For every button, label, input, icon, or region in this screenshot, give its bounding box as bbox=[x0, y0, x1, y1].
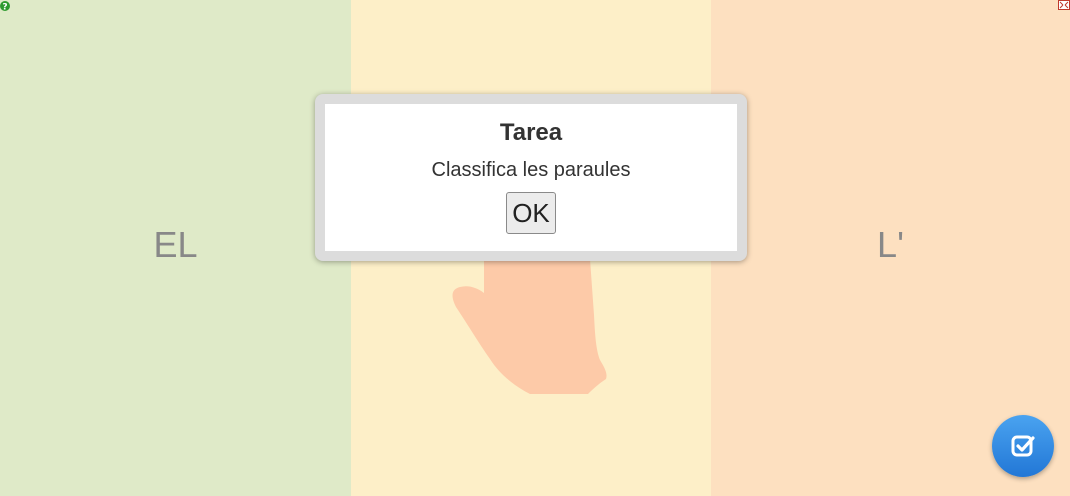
task-dialog-body: Tarea Classifica les paraules OK bbox=[325, 104, 737, 251]
column-label-el: EL bbox=[153, 224, 198, 265]
dialog-message: Classifica les paraules bbox=[431, 159, 631, 181]
svg-text:?: ? bbox=[2, 3, 7, 13]
check-icon bbox=[1011, 435, 1035, 457]
ok-button[interactable]: OK bbox=[506, 192, 556, 234]
game-stage: EL L' ? Tarea Classifica les paraules OK bbox=[0, 0, 1070, 496]
fullscreen-icon[interactable] bbox=[1058, 0, 1070, 10]
hand-pointer-icon bbox=[452, 259, 607, 394]
column-label-l-apostrophe: L' bbox=[877, 224, 904, 265]
check-answers-button[interactable] bbox=[992, 415, 1054, 477]
help-icon[interactable]: ? bbox=[0, 0, 12, 12]
dialog-title: Tarea bbox=[499, 119, 563, 146]
task-dialog: Tarea Classifica les paraules OK bbox=[315, 94, 747, 261]
column-el[interactable]: EL bbox=[0, 0, 351, 496]
